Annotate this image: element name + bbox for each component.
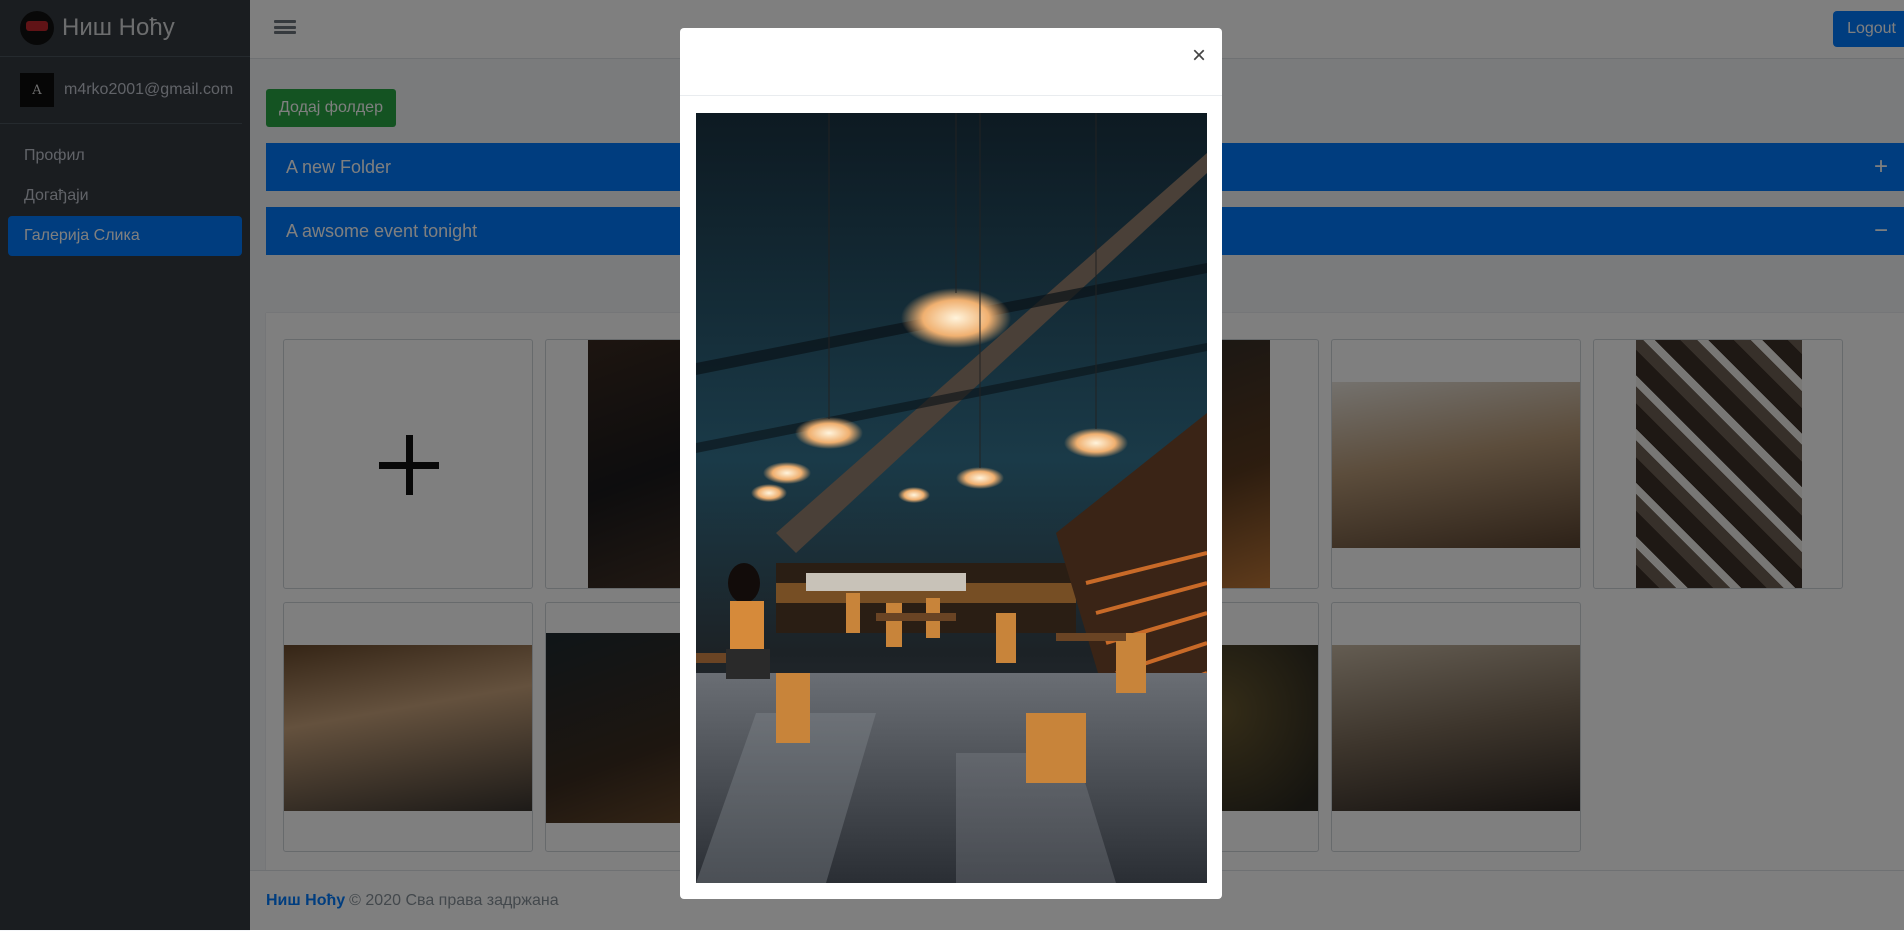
close-icon[interactable]: × — [1192, 44, 1206, 68]
modal-header: × — [680, 28, 1222, 96]
restaurant-interior-photo — [696, 113, 1207, 883]
image-preview-modal: × — [680, 28, 1222, 899]
